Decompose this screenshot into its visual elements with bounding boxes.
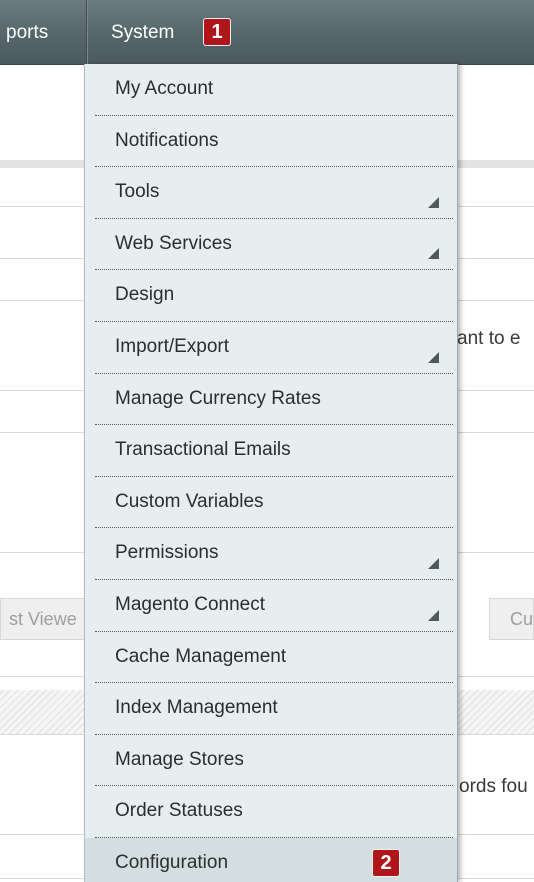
menu-item-label: Import/Export xyxy=(115,335,230,357)
menu-item-notifications[interactable]: Notifications xyxy=(95,116,453,168)
submenu-arrow-icon xyxy=(428,609,439,621)
menu-item-label: Custom Variables xyxy=(115,490,264,512)
menu-item-label: Design xyxy=(115,284,175,306)
menu-item-label: Tools xyxy=(115,181,160,203)
menu-item-index-management[interactable]: Index Management xyxy=(95,683,453,735)
menu-item-import-export[interactable]: Import/Export xyxy=(95,322,453,374)
menu-item-configuration[interactable]: Configuration 2 xyxy=(85,837,457,882)
menu-item-label: Manage Currency Rates xyxy=(115,387,321,409)
system-dropdown-menu: My Account Notifications Tools Web Servi… xyxy=(84,64,458,882)
menu-item-design[interactable]: Design xyxy=(95,270,453,322)
menu-item-tools[interactable]: Tools xyxy=(95,167,453,219)
menu-item-label: Cache Management xyxy=(115,645,287,667)
nav-item-system[interactable]: System xyxy=(111,0,174,64)
menu-item-label: Configuration xyxy=(115,851,229,873)
menu-item-label: Web Services xyxy=(115,232,232,254)
menu-item-label: Transactional Emails xyxy=(115,439,291,461)
menu-item-custom-variables[interactable]: Custom Variables xyxy=(95,477,453,529)
menu-item-label: Notifications xyxy=(115,129,219,151)
menu-item-label: Manage Stores xyxy=(115,748,244,770)
submenu-arrow-icon xyxy=(428,557,439,569)
menu-item-my-account[interactable]: My Account xyxy=(95,64,453,116)
menu-item-manage-currency-rates[interactable]: Manage Currency Rates xyxy=(95,374,453,426)
submenu-arrow-icon xyxy=(428,196,439,208)
step-callout-2: 2 xyxy=(372,848,400,877)
menu-item-magento-connect[interactable]: Magento Connect xyxy=(95,580,453,632)
tab-last-viewed[interactable]: st Viewe xyxy=(0,598,92,640)
menu-item-order-statuses[interactable]: Order Statuses xyxy=(95,786,453,838)
menu-item-web-services[interactable]: Web Services xyxy=(95,219,453,271)
menu-item-label: My Account xyxy=(115,78,214,99)
menu-item-manage-stores[interactable]: Manage Stores xyxy=(95,735,453,787)
menu-item-label: Index Management xyxy=(115,697,278,719)
tab-customers[interactable]: Cu xyxy=(489,598,534,640)
top-nav-bar: ports System 1 xyxy=(0,0,534,65)
menu-item-cache-management[interactable]: Cache Management xyxy=(95,632,453,684)
nav-separator xyxy=(86,0,87,64)
background-text: ords fou xyxy=(459,776,528,797)
background-text: ant to e xyxy=(457,328,521,349)
submenu-arrow-icon xyxy=(428,351,439,363)
menu-item-permissions[interactable]: Permissions xyxy=(95,528,453,580)
menu-item-label: Magento Connect xyxy=(115,593,265,615)
menu-item-label: Permissions xyxy=(115,542,219,564)
menu-item-label: Order Statuses xyxy=(115,800,243,822)
menu-item-transactional-emails[interactable]: Transactional Emails xyxy=(95,425,453,477)
nav-item-reports[interactable]: ports xyxy=(6,0,48,64)
submenu-arrow-icon xyxy=(428,248,439,260)
step-callout-1: 1 xyxy=(203,18,231,46)
